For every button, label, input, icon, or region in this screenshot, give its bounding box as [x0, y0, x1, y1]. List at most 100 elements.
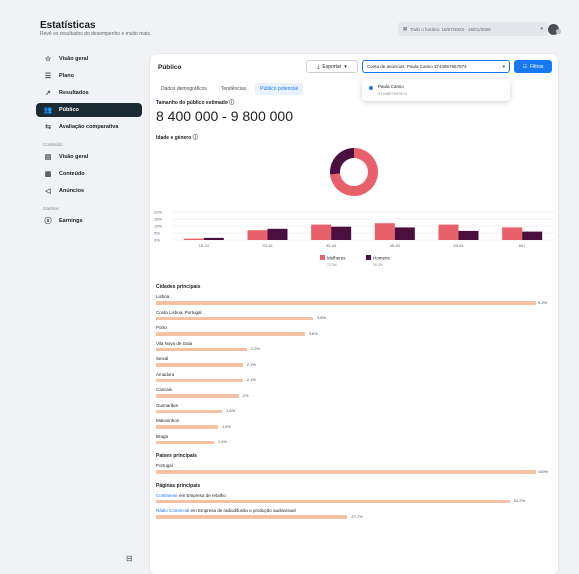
legend-total: 26,3% [373, 263, 383, 267]
sidebar-item-plan[interactable]: ☰ Plano [36, 69, 142, 83]
list-item-bar [156, 394, 239, 398]
donut-slice-homens [330, 148, 354, 175]
list-item: Vila Nova de Gaia 2,2% [156, 341, 554, 357]
sidebar: ☆ Visão geral ☰ Plano ↗ Resultados 👥 Púb… [36, 52, 142, 231]
info-icon[interactable]: ⓘ [193, 135, 198, 141]
tab-demographics[interactable]: Dados demográficos [156, 83, 212, 95]
list-item-label: Lisboa [156, 294, 170, 299]
collapse-sidebar-icon[interactable]: ⊟ [126, 554, 133, 563]
tab-bar: Dados demográficos Tendências Público po… [156, 83, 303, 95]
list-item-value: 1,5% [221, 423, 232, 429]
list-item-label: Porto [156, 325, 167, 330]
list-item-bar [156, 515, 348, 519]
list-item: Porto 3,6% [156, 325, 554, 341]
sidebar-item-label: Plano [59, 73, 74, 79]
list-item-value: 100% [538, 468, 549, 474]
breakdown-lists: Cidades principais Lisboa 9,2% Costa Lisboa… [156, 280, 554, 524]
filter-icon: ☷ [522, 63, 527, 70]
sidebar-item-ads[interactable]: ◁ Anúncios [36, 184, 142, 198]
download-icon: ⤓ [317, 63, 320, 70]
list-item-label: Guimarães [156, 402, 179, 408]
tab-potential-audience[interactable]: Público potencial [255, 83, 303, 95]
page-link[interactable]: Continente [156, 493, 178, 498]
y-tick-label: 0% [154, 238, 160, 243]
list-item-label: Vila Nova de Gaia [156, 340, 193, 346]
list-item-label: Portugal [156, 463, 173, 468]
date-range-picker[interactable]: ▦ Todo o horário: 15/07/2023 - 15/01/202… [398, 22, 548, 36]
calendar-icon: ▦ [403, 26, 408, 31]
page-category: em Empresa de retalho [177, 492, 226, 498]
chevron-down-icon: ▾ [502, 63, 505, 69]
x-tick-label: 55-64 [453, 243, 464, 248]
filters-label: Filtros [529, 63, 544, 70]
sidebar-item-content[interactable]: ▦ Conteúdo [36, 167, 142, 181]
sidebar-item-label: Avaliação comparativa [59, 124, 119, 130]
list-item-bar [156, 470, 536, 474]
bar-homens [267, 228, 288, 240]
x-tick-label: 25-34 [262, 243, 273, 248]
people-icon: 👥 [43, 107, 53, 114]
list-item: Guimarães 1,6% [156, 403, 554, 419]
dropdown-account-name: Paula Camio [378, 84, 404, 89]
ad-account-select[interactable]: Conta de anúncios: Paula Camio 374485765… [362, 60, 510, 73]
bar-homens [522, 231, 543, 240]
avatar[interactable] [548, 24, 561, 35]
list-icon: ☰ [44, 73, 52, 80]
list-item-bar [156, 363, 243, 367]
list-item: Seixal 2,1% [156, 356, 554, 372]
date-range-label: Todo o horário: 15/07/2023 - 15/01/2026 [410, 26, 491, 32]
estimate-label: Tamanho do público estimado ⓘ [156, 99, 234, 106]
legend-label: Homens [373, 256, 391, 261]
sidebar-item-audience[interactable]: 👥 Público [36, 103, 142, 117]
sidebar-section-content: Conteúdo [43, 142, 63, 147]
list-item: Braga 1,4% [156, 434, 554, 450]
list-item-bar [156, 425, 218, 429]
legend-label: Mulheres [327, 256, 346, 261]
list-item-value: 2,1% [246, 377, 256, 382]
list-item-label: Braga [156, 433, 169, 439]
info-icon[interactable]: ⓘ [229, 100, 234, 106]
list-item-value: 3,8% [316, 315, 327, 320]
list-item-bar [156, 316, 313, 320]
sidebar-item-earnings[interactable]: ⓢ Earnings [36, 214, 142, 228]
legend-swatch [366, 255, 371, 260]
y-tick-label: 10% [154, 224, 162, 229]
page-title: Estatísticas [40, 20, 96, 31]
sidebar-item-label: Visão geral [59, 154, 89, 160]
panel-title: Público [158, 64, 182, 71]
list-item: Cascais 2% [156, 387, 554, 403]
list-item-value: 51,2% [513, 498, 526, 503]
bar-mulheres [502, 227, 523, 240]
list-item: Continente em Empresa de retalho 51,2% [156, 493, 554, 509]
sidebar-item-benchmark[interactable]: ⇆ Avaliação comparativa [36, 120, 142, 134]
tab-trends[interactable]: Tendências [216, 83, 251, 95]
star-icon: ☆ [44, 56, 52, 63]
list-item: Amadora 2,1% [156, 372, 554, 388]
bar-homens [331, 226, 352, 240]
ad-account-dropdown[interactable]: Paula Camio 3744857657874 [362, 79, 510, 101]
list-item-bar [156, 499, 510, 503]
sidebar-item-content-overview[interactable]: ▤ Visão geral [36, 150, 142, 164]
list-item-value: 2,1% [246, 361, 256, 367]
countries-title: Países principais [156, 453, 197, 459]
filters-button[interactable]: ☷ Filtros [514, 60, 552, 73]
content-icon: ▦ [44, 171, 52, 178]
page-link[interactable]: Rádio Comercial [156, 508, 189, 513]
list-item-value: 2% [242, 392, 249, 398]
y-tick-label: 15% [154, 217, 162, 222]
page-category: em Empresa de radiodifusão e produção au… [189, 508, 296, 513]
list-item-bar [156, 440, 214, 444]
export-button[interactable]: ⤓ Exportar ▾ [306, 60, 358, 73]
list-item-value: 1,4% [217, 439, 227, 444]
age-gender-label: Idade e género ⓘ [156, 134, 198, 141]
bar-mulheres [183, 238, 204, 240]
sidebar-item-overview[interactable]: ☆ Visão geral [36, 52, 142, 66]
dollar-icon: ⓢ [44, 218, 52, 225]
sidebar-item-results[interactable]: ↗ Resultados [36, 86, 142, 100]
bar-homens [458, 230, 479, 240]
chevron-down-icon: ▾ [540, 26, 543, 32]
audience-panel: Público ⤓ Exportar ▾ Conta de anúncios: … [150, 54, 558, 574]
x-tick-label: 65+ [519, 243, 526, 248]
bar-mulheres [311, 224, 332, 240]
cities-title: Cidades principais [156, 284, 201, 290]
